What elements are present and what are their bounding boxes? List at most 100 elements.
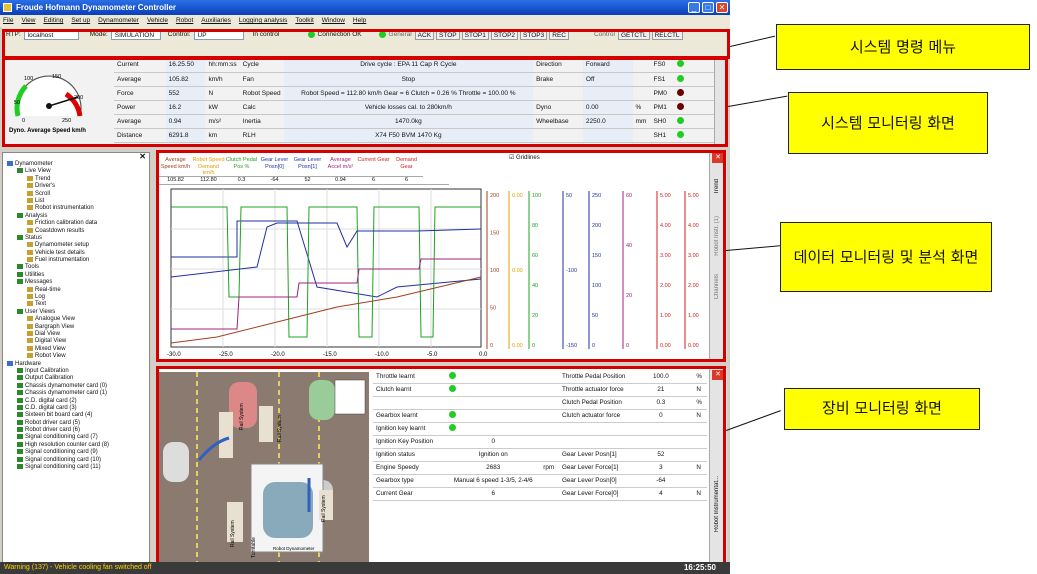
menu-item[interactable]: Auxiliaries — [201, 15, 231, 27]
tree-node-icon — [27, 227, 33, 233]
tree-node-icon — [27, 286, 33, 292]
tree-item[interactable]: Text — [3, 301, 149, 308]
tree-item-label: C.D. digital card (2) — [25, 397, 77, 404]
tree-item[interactable]: Dial View — [3, 330, 149, 338]
tree-item-label: Signal conditioning card (9) — [25, 449, 98, 456]
tree-item[interactable]: Dynamometer setup — [3, 242, 149, 249]
tree-item[interactable]: Fuel instrumentation — [3, 257, 149, 264]
tree-item[interactable]: Input Calibration — [3, 367, 149, 375]
tree-item[interactable]: Log — [3, 294, 149, 301]
tree-item-label: Live View — [25, 168, 51, 175]
tree-item-label: Robot driver card (5) — [25, 419, 81, 426]
menu-item[interactable]: Editing — [43, 15, 63, 27]
tree-item[interactable]: Digital View — [3, 338, 149, 345]
tree-item[interactable]: Sixteen bit board card (4) — [3, 412, 149, 419]
tree-item-label: List — [35, 198, 45, 205]
tree-item[interactable]: Real-time — [3, 286, 149, 294]
tree-item[interactable]: Utilities — [3, 271, 149, 279]
tree-item[interactable]: Mixed View — [3, 345, 149, 353]
callout-monitoring: 시스템 모니터링 화면 — [788, 92, 988, 154]
tree-item[interactable]: Bargraph View — [3, 323, 149, 331]
menu-item[interactable]: Window — [322, 15, 345, 27]
menu-item[interactable]: Dynamometer — [98, 15, 139, 27]
tree-item[interactable]: Chassis dynamometer card (0) — [3, 382, 149, 390]
tree-item-label: Driver's — [35, 183, 56, 190]
tree-item[interactable]: High resolution counter card (8) — [3, 441, 149, 449]
tree-item[interactable]: Signal conditioning card (10) — [3, 456, 149, 464]
tree-item[interactable]: C.D. digital card (3) — [3, 404, 149, 412]
tree-node-icon — [17, 168, 23, 174]
tree-node-icon — [17, 264, 23, 270]
tree-item-label: Trend — [35, 175, 51, 182]
tree-item-label: Real-time — [35, 286, 61, 293]
tree-node-icon — [7, 161, 13, 166]
tree-node-icon — [17, 382, 23, 388]
tree-item[interactable]: Output Calibration — [3, 375, 149, 382]
tree-item[interactable]: Dynamometer — [3, 161, 149, 168]
menu-item[interactable]: Robot — [176, 15, 193, 27]
tree-item-label: Mixed View — [35, 345, 66, 352]
tree-item-label: Chassis dynamometer card (0) — [25, 382, 108, 389]
tree-close-icon[interactable]: ✕ — [139, 152, 146, 160]
callout-leader — [730, 35, 776, 47]
close-button[interactable]: ✕ — [716, 2, 728, 13]
maximize-button[interactable]: □ — [702, 2, 714, 13]
tree-item[interactable]: Robot driver card (5) — [3, 419, 149, 427]
tree-item[interactable]: Chassis dynamometer card (1) — [3, 390, 149, 397]
tree-item[interactable]: Driver's — [3, 183, 149, 190]
tree-item-label: Digital View — [35, 338, 67, 345]
callout-analysis: 데이터 모니터링 및 분석 화면 — [780, 222, 992, 292]
tree-item[interactable]: User Views — [3, 308, 149, 316]
tree-node-icon — [17, 464, 23, 470]
tree-item-label: Scroll — [35, 190, 51, 197]
tree-item[interactable]: Messages — [3, 279, 149, 286]
tree-item[interactable]: Live View — [3, 168, 149, 175]
tree-item[interactable]: Robot View — [3, 353, 149, 360]
tree-item[interactable]: Vehicle test details — [3, 249, 149, 257]
tree-item[interactable]: Hardware — [3, 360, 149, 368]
tree-item[interactable]: Robot driver card (6) — [3, 427, 149, 434]
menu-item[interactable]: Vehicle — [147, 15, 168, 27]
tree-item[interactable]: List — [3, 197, 149, 205]
tree-node-icon — [17, 367, 23, 373]
menu-item[interactable]: Logging analysis — [239, 15, 287, 27]
tree-item[interactable]: Signal conditioning card (7) — [3, 434, 149, 441]
tree-item-label: Friction calibration data — [35, 220, 98, 227]
tree-item-label: Messages — [25, 279, 53, 286]
tree-node-icon — [17, 404, 23, 410]
tree-item-label: Sixteen bit board card (4) — [25, 412, 93, 419]
tree-item[interactable]: C.D. digital card (2) — [3, 397, 149, 405]
tree-item[interactable]: Analysis — [3, 212, 149, 220]
tree-item[interactable]: Tools — [3, 264, 149, 271]
minimize-button[interactable]: _ — [688, 2, 700, 13]
tree-item-label: Dial View — [35, 331, 60, 338]
tree-item[interactable]: Status — [3, 234, 149, 242]
status-clock: 16:25:50 — [683, 563, 716, 572]
tree-item-label: Robot instrumentation — [35, 205, 94, 212]
tree-item-label: Signal conditioning card (7) — [25, 434, 98, 441]
tree-item-label: Signal conditioning card (11) — [25, 464, 101, 471]
tree-item[interactable]: Trend — [3, 175, 149, 183]
tree-node-icon — [17, 212, 23, 218]
tree-node-icon — [27, 242, 33, 248]
tree-item[interactable]: Scroll — [3, 190, 149, 198]
tree-node-icon — [27, 353, 33, 359]
tree-node-icon — [17, 412, 23, 418]
tree-item[interactable]: Coastdown results — [3, 227, 149, 235]
tree-item-label: C.D. digital card (3) — [25, 404, 77, 411]
tree-node-icon — [27, 220, 33, 226]
app-icon — [3, 3, 12, 12]
tree-item[interactable]: Friction calibration data — [3, 220, 149, 227]
menu-item[interactable]: Help — [353, 15, 366, 27]
tree-node-icon — [17, 449, 23, 455]
menu-item[interactable]: Set up — [71, 15, 90, 27]
menu-item[interactable]: File — [3, 15, 13, 27]
tree-item[interactable]: Signal conditioning card (9) — [3, 449, 149, 456]
menu-item[interactable]: Toolkit — [295, 15, 313, 27]
tree-item[interactable]: Signal conditioning card (11) — [3, 464, 149, 471]
tree-item[interactable]: Robot instrumentation — [3, 205, 149, 212]
menu-item[interactable]: View — [21, 15, 35, 27]
tree-item[interactable]: Analogue View — [3, 316, 149, 323]
callout-command-menu: 시스템 명령 메뉴 — [776, 24, 1030, 70]
tree-item-label: Dynamometer — [15, 161, 53, 168]
